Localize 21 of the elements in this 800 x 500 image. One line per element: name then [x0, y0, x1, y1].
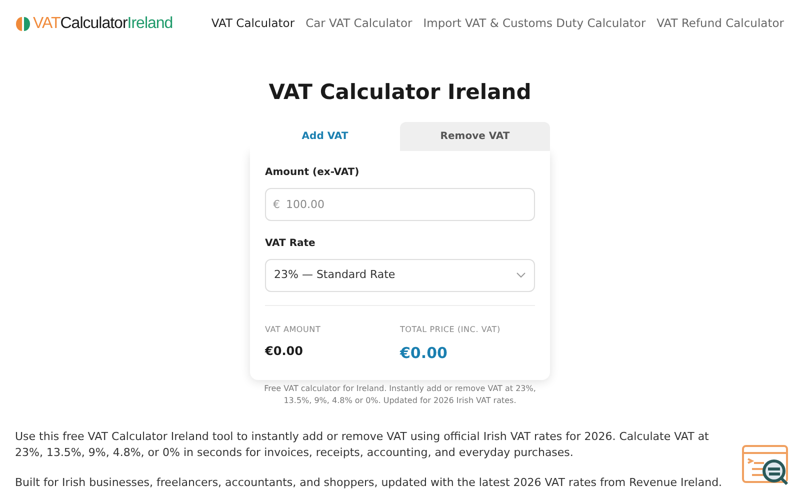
intro-paragraph: Use this free VAT Calculator Ireland tool to instantly add or remove VAT using official Irish VAT rates for 2026. Calculate VAT at 23%, 13.5%, 9%, 4.8%, or 0% in seconds for invoices, receipts, accounting, and everyday purchases. — [15, 429, 710, 461]
mode-tab[interactable]: Remove VAT — [400, 122, 550, 150]
nav-link[interactable]: Car VAT Calculator — [306, 15, 412, 33]
result-value: €0.00 — [400, 342, 448, 364]
flag-logo-icon — [16, 16, 30, 32]
logo-word[interactable]: Ireland — [127, 12, 173, 36]
chevron-down-icon — [516, 272, 526, 278]
result-label: VAT AMOUNT — [265, 324, 322, 336]
page-title: VAT Calculator Ireland — [268, 79, 532, 106]
intro-paragraph: Built for Irish businesses, freelancers, accountants, and shoppers, updated with the latest 2026 VAT rates from Revenue Ireland. — [15, 475, 724, 491]
result-label: TOTAL PRICE (INC. VAT) — [400, 324, 502, 336]
logo-word[interactable]: Calculator — [60, 12, 128, 36]
nav-link[interactable]: Import VAT & Customs Duty Calculator — [423, 15, 646, 33]
currency-symbol: € — [273, 196, 280, 212]
rate-select[interactable]: 23% — Standard Rate — [265, 258, 535, 292]
calculator-note: Free VAT calculator for Ireland. Instantly add or remove VAT at 23%, 13.5%, 9%, 4.8% or 0%. Updated for 2026 Irish VAT rates. — [263, 383, 537, 407]
field-label: Amount (ex-VAT) — [265, 166, 360, 180]
field-label: VAT Rate — [265, 236, 316, 250]
result-value: €0.00 — [265, 342, 304, 360]
nav-link[interactable]: VAT Refund Calculator — [656, 15, 784, 33]
nav-link[interactable]: VAT Calculator — [211, 15, 295, 33]
